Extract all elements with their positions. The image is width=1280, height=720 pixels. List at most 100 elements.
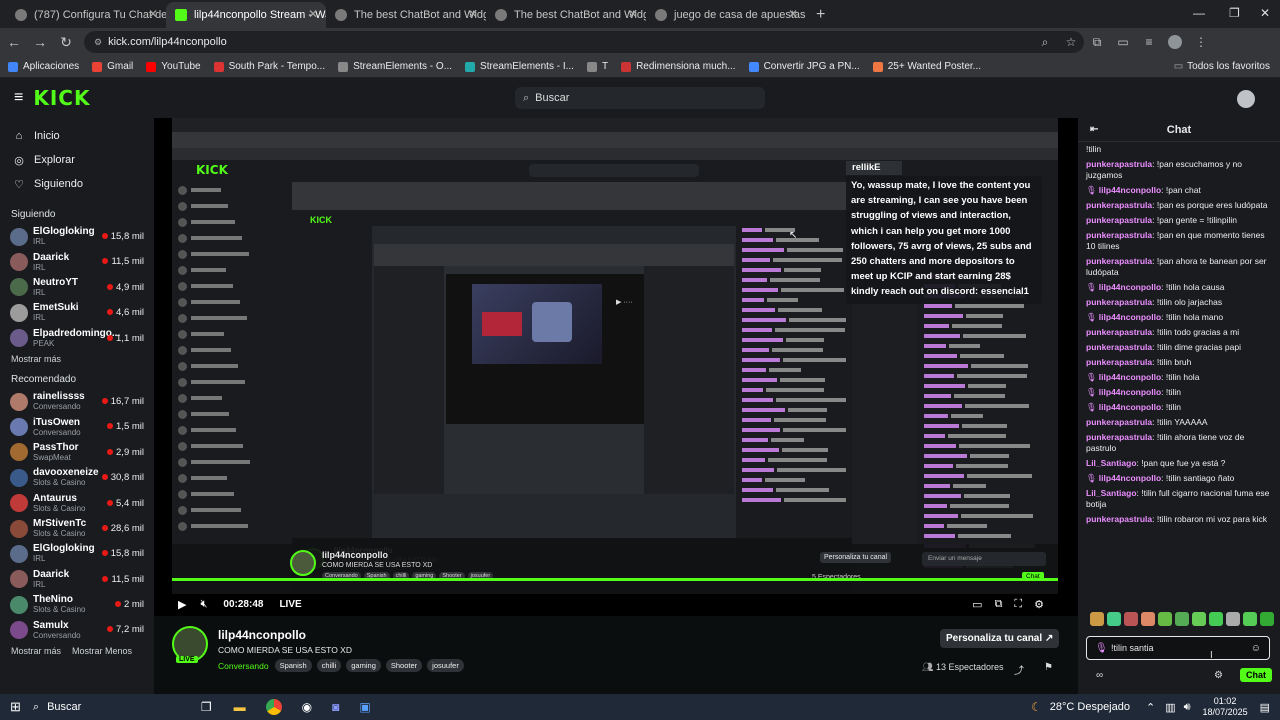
browser-tab[interactable]: lilp44nconpollo Stream - Watc ✕ (166, 2, 326, 28)
channel-item[interactable]: NeutroYT IRL 4,9 mil (0, 275, 154, 300)
emote-icon[interactable] (1209, 612, 1223, 626)
send-chat-button[interactable]: Chat (1240, 668, 1272, 682)
maximize-icon[interactable]: ❐ (1229, 6, 1240, 20)
volume-icon[interactable]: 🔊︎ (1184, 701, 1191, 714)
task-view-icon[interactable]: ❐ (201, 700, 212, 714)
kick-logo[interactable]: KICK (33, 86, 90, 110)
channel-item[interactable]: Daarick IRL 11,5 mil (0, 249, 154, 274)
browser-tab[interactable]: juego de casa de apuestas en✕ (646, 2, 806, 28)
tab-close-icon[interactable]: ✕ (788, 7, 798, 21)
bookmark-item[interactable]: YouTube (146, 61, 201, 72)
hamburger-menu-icon[interactable]: ≡ (14, 89, 23, 107)
nav-siguiendo[interactable]: ♡ Siguiendo (0, 172, 154, 196)
file-explorer-icon[interactable]: ▬ (234, 700, 246, 714)
network-icon[interactable]: ▥ (1165, 701, 1175, 714)
bookmark-item[interactable]: Aplicaciones (8, 61, 79, 72)
chat-input[interactable]: 🎙︎ !tilin santia ☺ (1086, 636, 1270, 660)
bookmark-item[interactable]: StreamElements - O... (338, 61, 452, 72)
nav-inicio[interactable]: ⌂ Inicio (0, 124, 154, 148)
channel-item[interactable]: ElGlogloking IRL 15,8 mil (0, 224, 154, 249)
chat-username[interactable]: punkerapastrula (1086, 357, 1152, 367)
chat-username[interactable]: punkerapastrula (1086, 417, 1152, 427)
bookmark-item[interactable]: 25+ Wanted Poster... (872, 61, 981, 72)
live-indicator[interactable]: LIVE (279, 599, 301, 610)
stream-tag[interactable]: josuufer (427, 659, 464, 672)
zoom-icon[interactable]: ⌕ (1032, 35, 1058, 50)
show-more-recommended[interactable]: Mostrar más (0, 643, 61, 659)
emote-icon[interactable] (1192, 612, 1206, 626)
progress-bar[interactable] (172, 578, 1058, 581)
channel-item[interactable]: EmetSuki IRL 4,6 mil (0, 300, 154, 325)
chat-username[interactable]: punkerapastrula (1086, 230, 1152, 240)
chat-username[interactable]: lilp44nconpollo (1099, 312, 1161, 322)
back-icon[interactable]: ← (2, 34, 26, 50)
chat-username[interactable]: lilp44nconpollo (1099, 185, 1161, 195)
channel-item[interactable]: iTusOwen Conversando 1,5 mil (0, 414, 154, 439)
star-icon[interactable]: ☆ (1058, 35, 1084, 49)
channel-item[interactable]: rainelissss Conversando 16,7 mil (0, 389, 154, 414)
chrome-icon[interactable] (265, 699, 282, 715)
profile-icon[interactable] (1162, 35, 1188, 50)
extensions-icon[interactable]: ⧉ (1084, 35, 1110, 50)
channel-item[interactable]: Antaurus Slots & Casino 5,4 mil (0, 491, 154, 516)
bookmark-item[interactable]: Gmail (92, 61, 133, 72)
chat-username[interactable]: Lil_Santiago (1086, 488, 1137, 498)
nav-explorar[interactable]: ◎ Explorar (0, 148, 154, 172)
url-field[interactable]: ⚙ kick.com/lilp44nconpollo ⌕ ☆ (84, 31, 1084, 53)
chat-username[interactable]: punkerapastrula (1086, 256, 1152, 266)
minimize-icon[interactable]: — (1193, 6, 1205, 20)
chat-username[interactable]: punkerapastrula (1086, 514, 1152, 524)
windows-start-icon[interactable]: ⊞ (10, 699, 21, 715)
chat-rules-icon[interactable]: ∞ (1096, 670, 1103, 681)
tab-close-icon[interactable]: ✕ (628, 7, 638, 21)
emote-icon[interactable] (1260, 612, 1274, 626)
chat-username[interactable]: punkerapastrula (1086, 432, 1152, 442)
chat-username[interactable]: lilp44nconpollo (1099, 387, 1161, 397)
mute-icon[interactable]: 🔇︎ (200, 598, 207, 611)
tray-chevron-icon[interactable]: ⌃ (1146, 701, 1155, 714)
user-avatar[interactable] (1237, 90, 1255, 108)
pip-icon[interactable]: ⧉ (995, 598, 1003, 611)
new-tab-button[interactable]: + (806, 6, 835, 28)
report-icon[interactable]: ⚑ (1044, 662, 1053, 673)
cast-icon[interactable]: ▭ (1110, 35, 1136, 49)
settings-gear-icon[interactable]: ⚙ (1034, 598, 1044, 611)
stream-tag[interactable]: gaming (346, 659, 381, 672)
obs-icon[interactable]: ◉ (302, 700, 312, 714)
stream-tag[interactable]: Spanish (274, 659, 312, 672)
stream-tag[interactable]: Shooter (385, 659, 423, 672)
chat-username[interactable]: Lil_Santiago (1086, 458, 1137, 468)
reload-icon[interactable]: ↻ (54, 34, 78, 51)
channel-item[interactable]: davooxeneize Slots & Casino 30,8 mil (0, 465, 154, 490)
bookmark-item[interactable]: Redimensiona much... (621, 61, 736, 72)
customize-channel-button[interactable]: Personaliza tu canal ↗ (940, 629, 1060, 648)
browser-tab[interactable]: The best ChatBot and Widgets✕ (326, 2, 486, 28)
browser-tab[interactable]: (787) Configura Tu Chat de Vo✕ (6, 2, 166, 28)
video-player[interactable]: KICK KICK ▶ ···· lilp44nconpollo COMO MI… (154, 118, 1078, 616)
search-input[interactable]: ⌕ Buscar (515, 87, 765, 109)
tab-close-icon[interactable]: ✕ (468, 7, 478, 21)
channel-item[interactable]: PassThor SwapMeat 2,9 mil (0, 440, 154, 465)
discord-icon[interactable]: ◙ (332, 700, 339, 714)
play-icon[interactable]: ▶ (178, 598, 186, 611)
chat-username[interactable]: lilp44nconpollo (1099, 282, 1161, 292)
collapse-chat-icon[interactable]: ⇤ (1090, 124, 1098, 135)
chat-username[interactable]: punkerapastrula (1086, 215, 1152, 225)
emote-icon[interactable] (1158, 612, 1172, 626)
bookmark-item[interactable]: Convertir JPG a PN... (748, 61, 860, 72)
fullscreen-icon[interactable]: ⛶ (1014, 598, 1022, 611)
emote-icon[interactable] (1107, 612, 1121, 626)
emote-icon[interactable] (1226, 612, 1240, 626)
menu-list-icon[interactable]: ≡ (1136, 35, 1162, 49)
bookmark-item[interactable]: StreamElements - I... (465, 61, 574, 72)
chat-username[interactable]: lilp44nconpollo (1099, 372, 1161, 382)
bookmark-item[interactable]: South Park - Tempo... (213, 61, 325, 72)
show-more-following[interactable]: Mostrar más (0, 351, 154, 367)
notifications-icon[interactable]: ▤ (1260, 701, 1270, 714)
chat-username[interactable]: lilp44nconpollo (1099, 473, 1161, 483)
emoji-icon[interactable]: ☺ (1251, 643, 1261, 654)
theater-mode-icon[interactable]: ▭ (972, 598, 982, 611)
channel-item[interactable]: Samulx Conversando 7,2 mil (0, 617, 154, 642)
chat-username[interactable]: punkerapastrula (1086, 297, 1152, 307)
channel-item[interactable]: TheNino Slots & Casino 2 mil (0, 592, 154, 617)
